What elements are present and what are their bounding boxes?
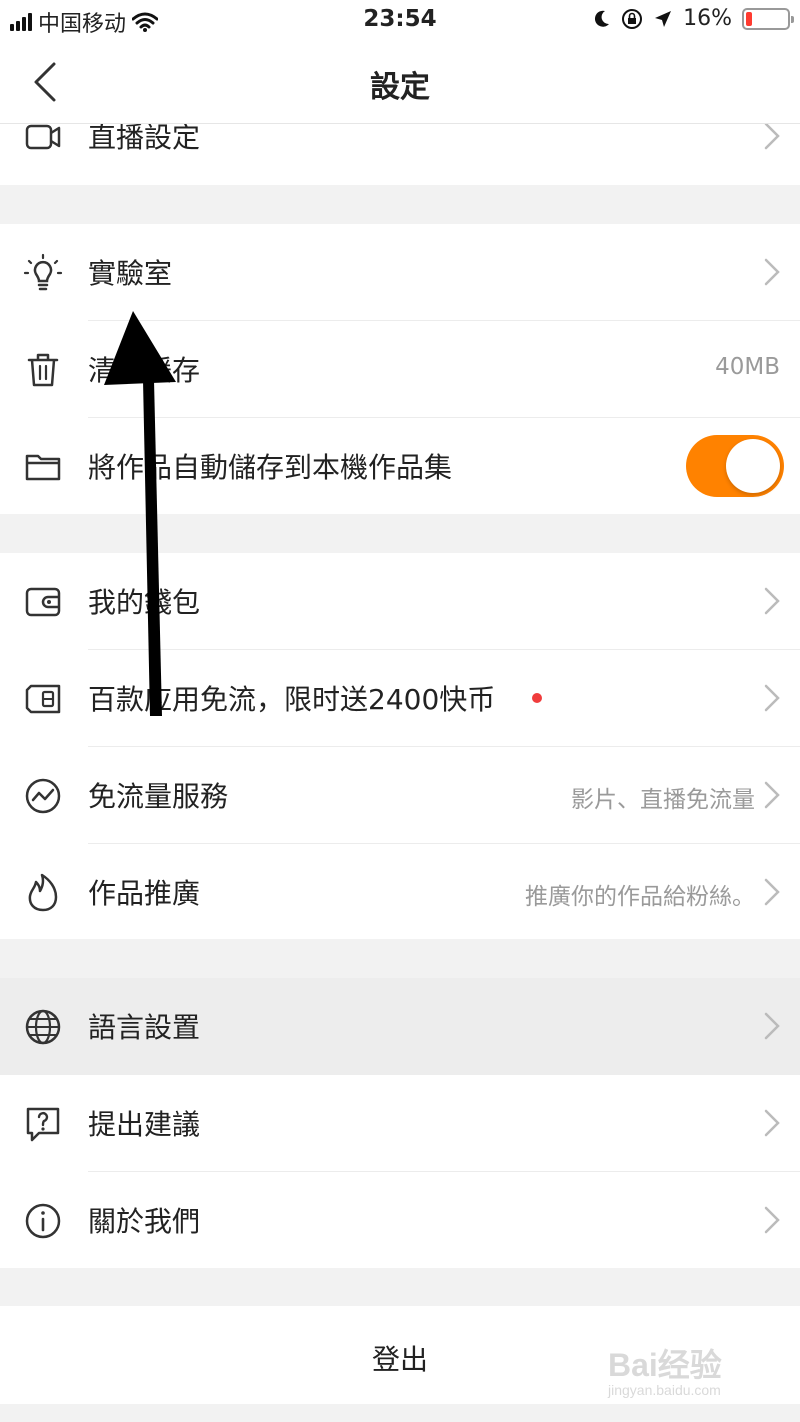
chevron-right-icon: [764, 1206, 780, 1234]
row-feedback[interactable]: 提出建議: [0, 1075, 800, 1172]
settings-group-top: 直播設定: [0, 124, 800, 185]
label-wallet: 我的錢包: [88, 586, 201, 619]
label-feedback: 提出建議: [88, 1108, 201, 1141]
rotation-lock-icon: [622, 8, 643, 29]
chevron-right-icon: [764, 258, 780, 286]
chevron-right-icon: [764, 684, 780, 712]
globe-icon: [25, 1009, 61, 1045]
row-promote[interactable]: 作品推廣 推廣你的作品給粉絲。: [0, 844, 800, 941]
cache-size-value: 40MB: [715, 354, 780, 380]
chevron-right-icon: [764, 781, 780, 809]
toggle-knob: [726, 439, 780, 493]
sim-card-icon: [25, 684, 61, 714]
row-about[interactable]: 關於我們: [0, 1172, 800, 1269]
row-free-data-service[interactable]: 免流量服務 影片、直播免流量: [0, 747, 800, 844]
label-clear-cache: 清除緩存: [88, 354, 201, 387]
question-bubble-icon: [26, 1107, 60, 1142]
settings-group-general: 實驗室 清除緩存 40MB 將作品自動儲存到本機作品集: [0, 224, 800, 514]
activity-circle-icon: [25, 778, 61, 814]
trash-icon: [27, 353, 59, 387]
battery-fill: [746, 11, 752, 26]
chevron-right-icon: [764, 124, 780, 150]
watermark-logo: Bai经验: [608, 1347, 722, 1383]
status-bar: 中国移动 23:54 16%: [0, 0, 800, 40]
row-clear-cache[interactable]: 清除緩存 40MB: [0, 321, 800, 418]
label-about: 關於我們: [88, 1205, 201, 1238]
watermark-url: jingyan.baidu.com: [608, 1382, 721, 1398]
row-autosave: 將作品自動儲存到本機作品集: [0, 418, 800, 515]
label-free-data-service: 免流量服務: [88, 780, 229, 813]
light-bulb-icon: [23, 253, 63, 291]
status-right: 16%: [593, 6, 794, 31]
battery-percent: 16%: [683, 6, 732, 31]
chevron-right-icon: [764, 1012, 780, 1040]
nav-bar: 設定: [0, 40, 800, 124]
info-icon: [25, 1203, 61, 1239]
folder-icon: [25, 454, 61, 481]
label-lab: 實驗室: [88, 257, 173, 290]
notification-dot: [532, 693, 542, 703]
label-live-settings: 直播設定: [88, 124, 201, 154]
location-icon: [655, 10, 672, 27]
settings-group-services: 我的錢包 百款应用免流，限时送2400快币 免流量服務 影片、直播免流量 作品推…: [0, 553, 800, 939]
label-promote: 作品推廣: [88, 877, 201, 910]
chevron-right-icon: [764, 878, 780, 906]
battery-icon: [742, 7, 794, 30]
baidu-watermark: Bai经验 jingyan.baidu.com: [608, 1338, 758, 1408]
label-free-data-promo: 百款应用免流，限时送2400快币: [88, 683, 496, 716]
page-title: 設定: [370, 70, 430, 105]
row-lab[interactable]: 實驗室: [0, 224, 800, 321]
settings-group-misc: 語言設置 提出建議 關於我們: [0, 978, 800, 1268]
row-live-settings[interactable]: 直播設定: [0, 124, 800, 185]
video-camera-icon: [25, 124, 61, 150]
row-free-data-promo[interactable]: 百款应用免流，限时送2400快币: [0, 650, 800, 747]
label-autosave: 將作品自動儲存到本機作品集: [88, 451, 453, 484]
promote-value: 推廣你的作品給粉絲。: [525, 884, 755, 910]
autosave-toggle[interactable]: [686, 435, 784, 497]
chevron-right-icon: [764, 587, 780, 615]
row-wallet[interactable]: 我的錢包: [0, 553, 800, 650]
label-language: 語言設置: [88, 1011, 201, 1044]
chevron-right-icon: [764, 1109, 780, 1137]
wallet-icon: [25, 587, 61, 617]
row-language[interactable]: 語言設置: [0, 978, 800, 1075]
free-data-service-value: 影片、直播免流量: [571, 787, 755, 813]
flame-icon: [28, 873, 58, 912]
moon-icon: [595, 10, 610, 27]
